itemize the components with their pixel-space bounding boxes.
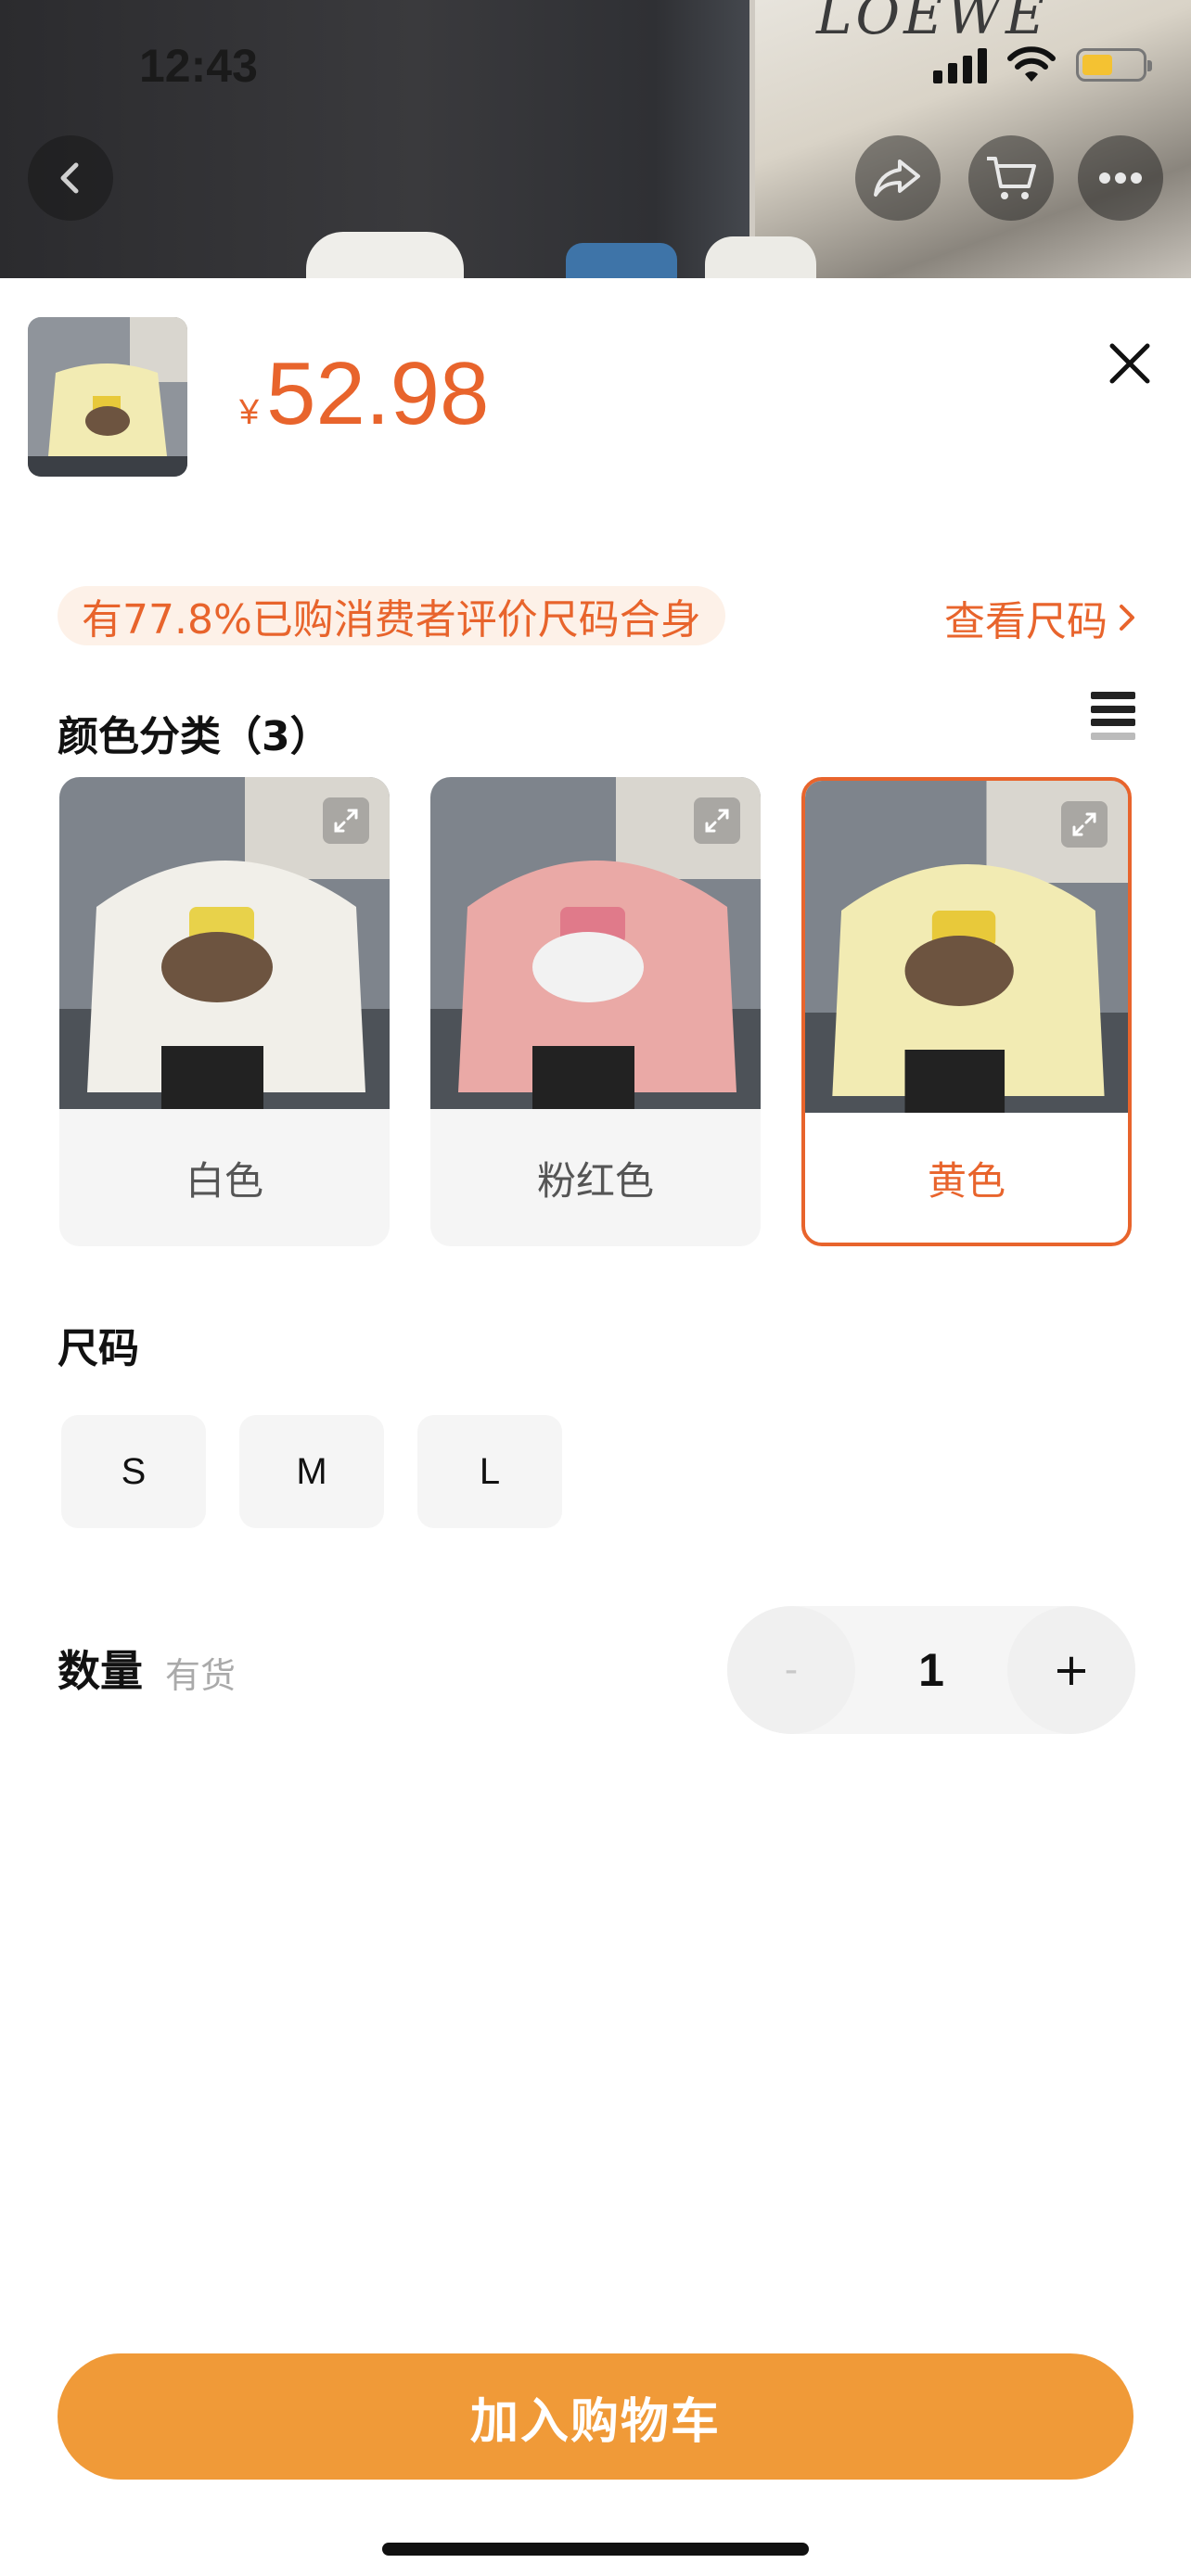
close-icon [1109, 343, 1150, 384]
close-button[interactable] [1100, 334, 1159, 393]
poster-text: LOEWE [816, 0, 1049, 46]
decrease-button[interactable]: - [727, 1606, 855, 1734]
cart-icon [987, 157, 1036, 199]
expand-icon[interactable] [323, 797, 369, 844]
cellular-signal-icon [933, 46, 987, 83]
size-fit-tip: 有77.8%已购消费者评价尺码合身 [58, 586, 725, 645]
back-button[interactable] [28, 135, 113, 221]
expand-arrows-icon [705, 809, 729, 833]
stock-status: 有货 [165, 1655, 237, 1696]
price-value: 52.98 [266, 344, 490, 443]
chevron-right-icon [1120, 605, 1134, 631]
size-section-title: 尺码 [58, 1325, 139, 1372]
product-thumbnail-image [28, 317, 187, 477]
battery-icon [1076, 48, 1152, 82]
color-option-white[interactable]: 白色 [59, 777, 390, 1246]
expand-icon[interactable] [694, 797, 740, 844]
expand-arrows-icon [1072, 812, 1096, 836]
quantity-label: 数量 [58, 1646, 143, 1696]
sweater-fragment [306, 232, 464, 278]
share-icon [874, 159, 920, 197]
home-indicator [382, 2543, 809, 2556]
more-dots-icon [1099, 172, 1142, 184]
price: ¥ 52.98 [239, 343, 489, 445]
increase-button[interactable]: + [1007, 1606, 1135, 1734]
more-button[interactable] [1078, 135, 1163, 221]
size-chart-link-label: 查看尺码 [944, 598, 1108, 645]
share-button[interactable] [855, 135, 941, 221]
list-view-toggle-icon[interactable] [1091, 692, 1135, 740]
expand-arrows-icon [334, 809, 358, 833]
color-option-label: 白色 [185, 1157, 263, 1204]
size-option-m[interactable]: M [239, 1415, 384, 1528]
chevron-left-icon [60, 162, 79, 194]
quantity-stepper: - 1 + [727, 1606, 1135, 1734]
product-thumbnail[interactable] [28, 317, 187, 477]
add-to-cart-button[interactable]: 加入购物车 [58, 2353, 1133, 2480]
color-option-yellow[interactable]: 黄色 [801, 777, 1132, 1246]
quantity-value[interactable]: 1 [855, 1606, 1007, 1734]
color-option-label: 黄色 [927, 1157, 1005, 1204]
chair-fragment [566, 243, 677, 278]
color-option-label: 粉红色 [536, 1157, 654, 1204]
size-chart-link[interactable]: 查看尺码 [944, 588, 1137, 647]
expand-icon[interactable] [1061, 801, 1108, 848]
status-time: 12:43 [139, 40, 258, 92]
size-option-l[interactable]: L [417, 1415, 562, 1528]
sweater-fragment [705, 236, 816, 278]
color-option-pink[interactable]: 粉红色 [430, 777, 761, 1246]
currency-symbol: ¥ [239, 393, 260, 432]
wifi-icon [1007, 46, 1056, 82]
sku-selector-sheet: ¥ 52.98 有77.8%已购消费者评价尺码合身 查看尺码 颜色分类（3） 白… [0, 278, 1191, 2576]
cart-button[interactable] [968, 135, 1054, 221]
color-section-title: 颜色分类（3） [58, 713, 331, 760]
status-icons [933, 46, 1152, 83]
size-option-s[interactable]: S [61, 1415, 206, 1528]
